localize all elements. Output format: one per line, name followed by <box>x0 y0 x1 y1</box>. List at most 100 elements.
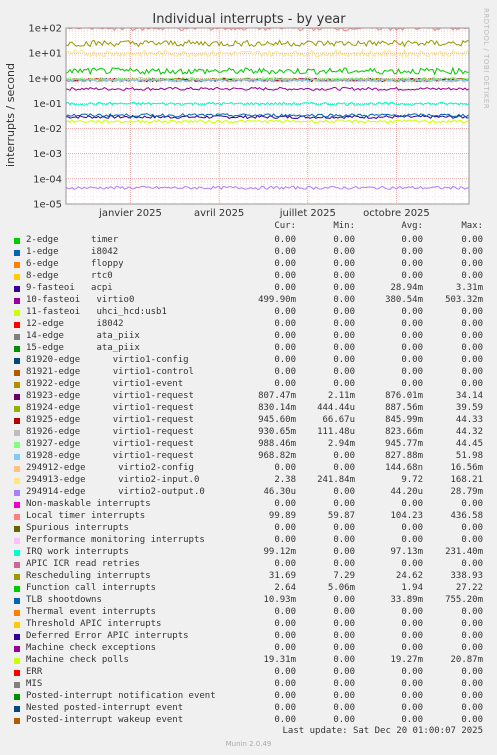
legend-name: Function call interrupts <box>26 583 157 593</box>
legend-swatch <box>14 538 20 544</box>
legend-max: 44.45 <box>455 439 483 449</box>
legend-swatch <box>14 370 20 376</box>
legend-swatch <box>14 358 20 364</box>
legend-swatch <box>14 574 20 580</box>
legend-name: 9-fasteoi acpi <box>26 283 113 293</box>
legend-swatch <box>14 250 20 256</box>
legend-row: Posted-interrupt notification event 0.00 0… <box>0 691 497 703</box>
legend-row: Non-maskable interrupts 0.00 0.00 0.00 0.00 <box>0 499 497 511</box>
legend-row: Local timer interrupts 99.89 59.87 104.23 43… <box>0 511 497 523</box>
legend-min: 59.87 <box>327 511 355 521</box>
legend-name: 81920-edge virtio1-config <box>26 355 189 365</box>
legend-max: 0.00 <box>461 703 483 713</box>
legend-name: 81927-edge virtio1-request <box>26 439 194 449</box>
legend-name: MIS <box>26 679 43 689</box>
legend-swatch <box>14 406 20 412</box>
legend-min: 2.11m <box>327 391 355 401</box>
y-tick-label: 1e-01 <box>33 99 62 110</box>
legend-row: Deferred Error APIC interrupts 0.00 0.00 0.… <box>0 631 497 643</box>
legend-max: 0.00 <box>461 631 483 641</box>
legend-min: 0.00 <box>333 535 355 545</box>
legend-name: APIC ICR read retries <box>26 559 140 569</box>
legend-row: Machine check exceptions 0.00 0.00 0.00 0.00 <box>0 643 497 655</box>
legend-max: 0.00 <box>461 343 483 353</box>
legend-min: 0.00 <box>333 367 355 377</box>
legend-max: 28.79m <box>450 487 483 497</box>
legend-max: 436.58 <box>450 511 483 521</box>
legend-swatch <box>14 262 20 268</box>
legend-min: 0.00 <box>333 463 355 473</box>
legend-max: 0.00 <box>461 643 483 653</box>
legend-max: 0.00 <box>461 235 483 245</box>
legend-max: 0.00 <box>461 679 483 689</box>
legend-name: Machine check exceptions <box>26 643 157 653</box>
legend-max: 44.33 <box>455 415 483 425</box>
legend-row: 12-edge i8042 0.00 0.00 0.00 0.00 <box>0 319 497 331</box>
chart: Individual interrupts - by year interrup… <box>4 8 490 219</box>
legend-name: 294913-edge virtio2-input.0 <box>26 475 200 485</box>
legend-max: 0.00 <box>461 271 483 281</box>
legend-min: 7.29 <box>333 571 355 581</box>
legend-swatch <box>14 442 20 448</box>
legend-row: Spurious interrupts 0.00 0.00 0.00 0.00 <box>0 523 497 535</box>
legend-min: 0.00 <box>333 667 355 677</box>
legend-swatch <box>14 298 20 304</box>
y-tick-label: 1e-03 <box>33 149 62 160</box>
legend-min: 0.00 <box>333 547 355 557</box>
legend-row: 81921-edge virtio1-control 0.00 0.00 0.00 0.… <box>0 367 497 379</box>
legend-swatch <box>14 322 20 328</box>
legend-max: 27.22 <box>455 583 483 593</box>
legend-swatch <box>14 586 20 592</box>
legend-swatch <box>14 562 20 568</box>
legend-row: 81927-edge virtio1-request 988.46m 2.94m 94… <box>0 439 497 451</box>
legend-row: 294912-edge virtio2-config 0.00 0.00 144.68… <box>0 463 497 475</box>
legend-name: 81923-edge virtio1-request <box>26 391 194 401</box>
legend-name: 81925-edge virtio1-request <box>26 415 194 425</box>
legend-min: 0.00 <box>333 631 355 641</box>
legend-max: 44.32 <box>455 427 483 437</box>
legend-row: Performance monitoring interrupts 0.00 0.0… <box>0 535 497 547</box>
legend-swatch <box>14 346 20 352</box>
legend-row: Machine check polls 19.31m 0.00 19.27m 20.87… <box>0 655 497 667</box>
legend-row: Nested posted-interrupt event 0.00 0.00 0.0… <box>0 703 497 715</box>
legend-name: Non-maskable interrupts <box>26 499 151 509</box>
legend-max: 755.20m <box>445 595 483 605</box>
legend-min: 0.00 <box>333 607 355 617</box>
legend-max: 0.00 <box>461 715 483 725</box>
legend-min: 5.06m <box>327 583 355 593</box>
legend-row: 9-fasteoi acpi 0.00 0.00 28.94m 3.31m <box>0 283 497 295</box>
legend-max: 0.00 <box>461 379 483 389</box>
legend-max: 34.14 <box>455 391 483 401</box>
legend-name: 10-fasteoi virtio0 <box>26 295 135 305</box>
legend-swatch <box>14 394 20 400</box>
legend-min: 0.00 <box>333 619 355 629</box>
legend-max: 0.00 <box>461 535 483 545</box>
legend-row: 294914-edge virtio2-output.0 46.30u 0.00 44… <box>0 487 497 499</box>
side-label: RRDTOOL / TOBI OETIKER <box>482 8 490 109</box>
legend-max: 168.21 <box>450 475 483 485</box>
legend-name: 81928-edge virtio1-request <box>26 451 194 461</box>
legend-min: 0.00 <box>333 271 355 281</box>
x-tick-label: avril 2025 <box>194 208 244 219</box>
legend-min: 0.00 <box>333 343 355 353</box>
y-tick-label: 1e-05 <box>33 200 62 211</box>
legend-min: 0.00 <box>333 283 355 293</box>
legend-min: 0.00 <box>333 319 355 329</box>
legend-swatch <box>14 682 20 688</box>
legend-min: 444.44u <box>317 403 355 413</box>
x-tick-label: octobre 2025 <box>363 208 430 219</box>
legend-swatch <box>14 670 20 676</box>
legend-min: 0.00 <box>333 559 355 569</box>
legend-min: 0.00 <box>333 655 355 665</box>
legend-row: 2-edge timer 0.00 0.00 0.00 0.00 <box>0 235 497 247</box>
legend-swatch <box>14 454 20 460</box>
legend-name: 294912-edge virtio2-config <box>26 463 194 473</box>
legend-name: 11-fasteoi uhci_hcd:usb1 <box>26 307 167 317</box>
legend-swatch <box>14 490 20 496</box>
legend-name: IRQ work interrupts <box>26 547 129 557</box>
legend-swatch <box>14 622 20 628</box>
legend-min: 241.84m <box>317 475 355 485</box>
legend-max: 16.56m <box>450 463 483 473</box>
legend-row: 81923-edge virtio1-request 807.47m 2.11m 87… <box>0 391 497 403</box>
legend-row: TLB shootdowns 10.93m 0.00 33.89m 755.20m <box>0 595 497 607</box>
